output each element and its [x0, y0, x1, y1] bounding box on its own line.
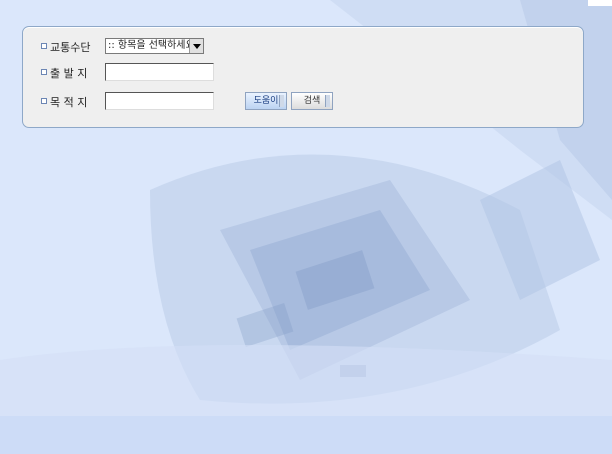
search-button-label: 검색 [303, 96, 321, 106]
search-panel: 교통수단 :: 항목을 선택하세요 출 발 지 목 적 지 도움이 검색 [22, 26, 584, 128]
footer-band [0, 416, 612, 454]
bullet-icon [41, 43, 47, 49]
transport-select-value: :: 항목을 선택하세요 [108, 40, 195, 51]
transport-select[interactable]: :: 항목을 선택하세요 [105, 38, 204, 54]
button-edge-icon [279, 95, 284, 107]
help-button-label: 도움이 [253, 96, 279, 106]
destination-input[interactable] [105, 92, 214, 110]
button-edge-icon [325, 95, 330, 107]
origin-input[interactable] [105, 63, 214, 81]
chevron-down-icon[interactable] [189, 39, 203, 53]
bullet-icon [41, 98, 47, 104]
help-button[interactable]: 도움이 [245, 92, 287, 110]
search-button[interactable]: 검색 [291, 92, 333, 110]
bullet-icon [41, 69, 47, 75]
